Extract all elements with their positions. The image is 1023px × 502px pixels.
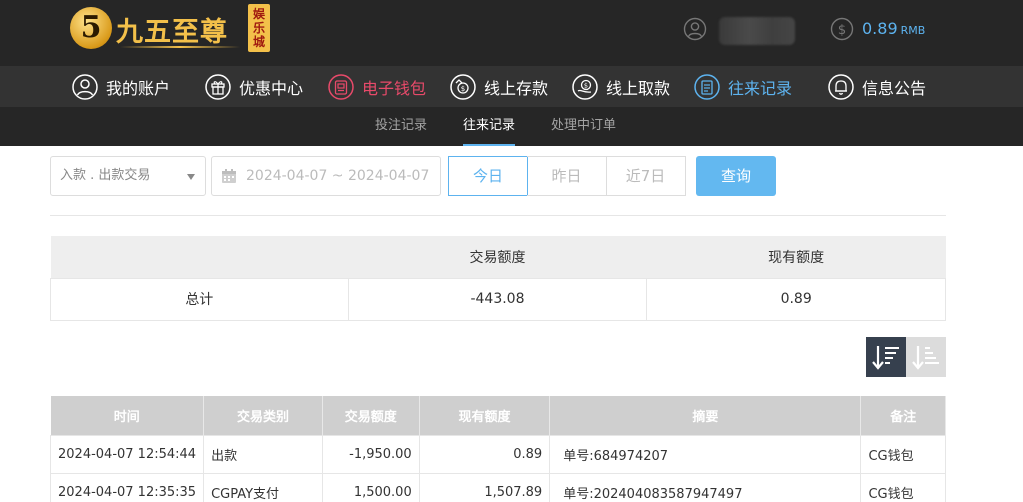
- nav-label: 电子钱包: [362, 78, 427, 98]
- tab-bet-records[interactable]: 投注记录: [375, 107, 427, 146]
- cell-summary: 单号:684974207: [549, 434, 862, 474]
- username-redacted: [719, 17, 795, 45]
- cell-time: 2024-04-07 12:54:44: [49, 434, 205, 474]
- cell-amount: -1,950.00: [321, 434, 420, 474]
- deposit-icon: $: [450, 73, 476, 100]
- cell-remark: CG钱包: [860, 434, 946, 474]
- cell-amount: 1,500.00: [321, 472, 420, 502]
- nav-e-wallet[interactable]: 电子钱包: [327, 66, 426, 107]
- sub-nav: 投注记录 往来记录 处理中订单: [0, 107, 1023, 146]
- transaction-type-select[interactable]: 入款 . 出款交易: [50, 156, 206, 196]
- query-button[interactable]: 查询: [696, 156, 776, 196]
- nav-label: 线上取款: [606, 78, 671, 98]
- nav-promotions[interactable]: 优惠中心: [204, 66, 303, 107]
- withdraw-icon: $: [572, 73, 598, 100]
- cell-summary: 单号:202404083587947497: [549, 472, 862, 502]
- col-header-type[interactable]: 交易类别: [203, 396, 323, 435]
- date-range-input[interactable]: 2024-04-07 ~ 2024-04-07: [211, 156, 441, 196]
- bell-icon: [828, 73, 854, 100]
- sort-descending-button[interactable]: [866, 337, 906, 377]
- nav-announcements[interactable]: 信息公告: [827, 66, 926, 107]
- summary-header-amount: 交易额度: [348, 236, 647, 278]
- divider: [50, 215, 946, 216]
- table-row: 2024-04-07 12:54:44 出款 -1,950.00 0.89 单号…: [49, 434, 946, 474]
- summary-total-balance: 0.89: [646, 277, 946, 321]
- filter-today-button[interactable]: 今日: [448, 156, 528, 196]
- col-header-amount[interactable]: 交易额度: [322, 396, 420, 435]
- sort-ascending-button[interactable]: [906, 337, 946, 377]
- brand-badge: 娱乐城: [248, 4, 270, 52]
- nav-my-account[interactable]: 我的账户: [71, 66, 170, 107]
- cell-balance: 1,507.89: [418, 472, 551, 502]
- nav-label: 优惠中心: [239, 78, 304, 98]
- brand-logo[interactable]: 5 九五至尊 娱乐城: [70, 4, 270, 56]
- cell-time: 2024-04-07 12:35:35: [49, 472, 205, 502]
- tab-pending-orders[interactable]: 处理中订单: [551, 107, 616, 146]
- user-avatar-icon[interactable]: [683, 17, 707, 41]
- cell-type: CGPAY支付: [203, 472, 323, 502]
- calendar-icon: [222, 169, 236, 183]
- summary-header-balance: 现有额度: [646, 236, 946, 278]
- nav-label: 往来记录: [728, 78, 793, 98]
- gift-icon: [205, 73, 231, 100]
- nav-label: 信息公告: [862, 78, 927, 98]
- dollar-coin-icon: $: [830, 17, 854, 41]
- main-nav: 我的账户 优惠中心 电子钱包 $ 线上存款 $ 线上取款 往来记录 信息公告: [0, 66, 1023, 107]
- svg-text:$: $: [584, 81, 588, 89]
- wallet-icon: [328, 73, 354, 100]
- summary-total-label: 总计: [50, 277, 349, 321]
- summary-total-row: 总计 -443.08 0.89: [50, 277, 946, 321]
- balance-value: 0.89: [862, 19, 898, 38]
- col-header-balance[interactable]: 现有额度: [419, 396, 551, 435]
- transaction-type-value: 入款 . 出款交易: [60, 168, 151, 183]
- cell-remark: CG钱包: [860, 472, 946, 502]
- tab-transaction-records[interactable]: 往来记录: [463, 107, 516, 146]
- brand-name: 九五至尊: [116, 17, 228, 48]
- logo-emblem: 5: [70, 7, 112, 49]
- records-icon: [694, 73, 720, 100]
- svg-text:$: $: [838, 23, 846, 38]
- nav-online-deposit[interactable]: $ 线上存款: [449, 66, 548, 107]
- sort-asc-icon: [912, 346, 939, 370]
- logo-underline: [120, 46, 240, 48]
- date-range-value: 2024-04-07 ~ 2024-04-07: [246, 168, 430, 184]
- nav-transaction-records[interactable]: 往来记录: [693, 66, 792, 107]
- account-balance: 0.89 RMB: [862, 19, 925, 38]
- summary-header-row: 交易额度 现有额度: [50, 236, 946, 278]
- col-header-remark[interactable]: 备注: [860, 396, 946, 435]
- filter-yesterday-button[interactable]: 昨日: [527, 156, 607, 196]
- balance-currency: RMB: [900, 24, 926, 37]
- nav-label: 我的账户: [106, 78, 171, 98]
- nav-label: 线上存款: [484, 78, 549, 98]
- col-header-summary[interactable]: 摘要: [549, 396, 862, 435]
- records-table: 时间 交易类别 交易额度 现有额度 摘要 备注 2024-04-07 12:54…: [49, 396, 946, 502]
- filter-last7days-button[interactable]: 近7日: [606, 156, 686, 196]
- user-icon: [72, 73, 98, 100]
- records-header-row: 时间 交易类别 交易额度 现有额度 摘要 备注: [50, 396, 946, 435]
- table-row: 2024-04-07 12:35:35 CGPAY支付 1,500.00 1,5…: [49, 472, 946, 502]
- caret-down-icon: [187, 174, 195, 180]
- col-header-time[interactable]: 时间: [50, 396, 205, 435]
- nav-online-withdraw[interactable]: $ 线上取款: [571, 66, 670, 107]
- cell-type: 出款: [203, 434, 323, 474]
- summary-table: 交易额度 现有额度 总计 -443.08 0.89: [50, 236, 946, 321]
- summary-total-amount: -443.08: [347, 277, 648, 321]
- cell-balance: 0.89: [418, 434, 551, 474]
- svg-text:$: $: [461, 85, 465, 93]
- top-header: 5 九五至尊 娱乐城 $ 0.89 RMB: [0, 0, 1023, 66]
- sort-desc-icon: [872, 346, 899, 370]
- summary-header-blank: [50, 236, 349, 278]
